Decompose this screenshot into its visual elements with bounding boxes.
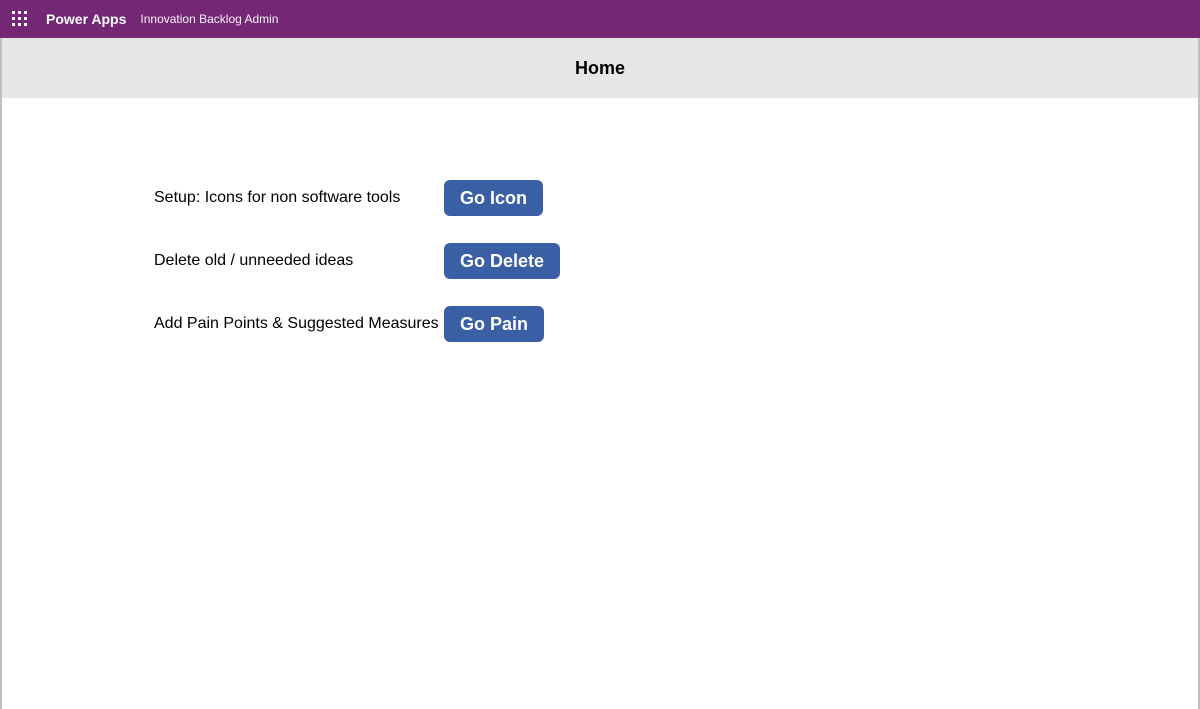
go-icon-button[interactable]: Go Icon — [444, 180, 543, 216]
content-area: Setup: Icons for non software tools Go I… — [2, 98, 1198, 342]
waffle-icon[interactable] — [12, 11, 28, 27]
go-pain-button[interactable]: Go Pain — [444, 306, 544, 342]
go-delete-button[interactable]: Go Delete — [444, 243, 560, 279]
row-label: Add Pain Points & Suggested Measures — [154, 315, 444, 333]
page-header: Home — [2, 38, 1198, 98]
app-name-label: Innovation Backlog Admin — [140, 12, 278, 26]
row-label: Setup: Icons for non software tools — [154, 189, 444, 207]
canvas-container: Home Setup: Icons for non software tools… — [0, 38, 1200, 709]
row-setup-icons: Setup: Icons for non software tools Go I… — [154, 180, 1198, 216]
brand-label[interactable]: Power Apps — [46, 11, 126, 27]
row-delete-ideas: Delete old / unneeded ideas Go Delete — [154, 243, 1198, 279]
top-bar: Power Apps Innovation Backlog Admin — [0, 0, 1200, 38]
page-title: Home — [575, 58, 625, 79]
row-pain-points: Add Pain Points & Suggested Measures Go … — [154, 306, 1198, 342]
row-label: Delete old / unneeded ideas — [154, 252, 444, 270]
